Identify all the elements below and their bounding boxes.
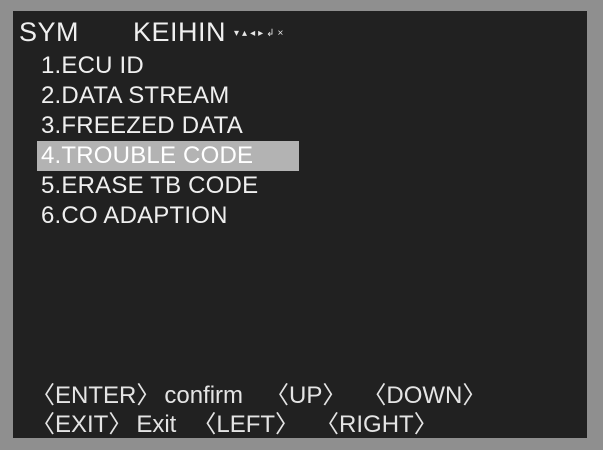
enter-action-label: confirm bbox=[164, 382, 244, 409]
exit-key-hint[interactable]: 〈EXIT〉 bbox=[31, 410, 132, 439]
nav-glyphs: ▾ ▴ ◂ ▸ ↲ × bbox=[234, 28, 283, 40]
key-hint-line-2: 〈EXIT〉 Exit 〈LEFT〉 〈RIGHT〉 bbox=[31, 410, 571, 439]
model-label: KEIHIN bbox=[133, 17, 227, 47]
main-menu: 1.ECU ID 2.DATA STREAM 3.FREEZED DATA 4.… bbox=[37, 51, 437, 231]
menu-item-trouble-code[interactable]: 4.TROUBLE CODE bbox=[37, 141, 299, 171]
header-bar: SYM KEIHIN ▾ ▴ ◂ ▸ ↲ × bbox=[19, 17, 579, 47]
menu-item-co-adaption[interactable]: 6.CO ADAPTION bbox=[37, 201, 437, 231]
menu-item-ecu-id[interactable]: 1.ECU ID bbox=[37, 51, 437, 81]
enter-key-hint[interactable]: 〈ENTER〉 bbox=[31, 381, 160, 410]
left-key-hint[interactable]: 〈LEFT〉 bbox=[192, 410, 299, 439]
key-hints: 〈ENTER〉 confirm 〈UP〉 〈DOWN〉 〈EXIT〉 Exit 〈LEFT… bbox=[31, 381, 571, 439]
menu-item-erase-tb-code[interactable]: 5.ERASE TB CODE bbox=[37, 171, 437, 201]
arrow-up-icon: ▴ bbox=[242, 28, 248, 39]
down-key-hint[interactable]: 〈DOWN〉 bbox=[362, 381, 486, 410]
menu-item-freezed-data[interactable]: 3.FREEZED DATA bbox=[37, 111, 437, 141]
enter-icon: ↲ bbox=[266, 28, 275, 39]
right-key-hint[interactable]: 〈RIGHT〉 bbox=[315, 410, 438, 439]
up-key-hint[interactable]: 〈UP〉 bbox=[265, 381, 346, 410]
arrow-right-icon: ▸ bbox=[258, 28, 264, 39]
arrow-down-icon: ▾ bbox=[234, 28, 240, 39]
key-hint-line-1: 〈ENTER〉 confirm 〈UP〉 〈DOWN〉 bbox=[31, 381, 571, 410]
brand-label: SYM bbox=[19, 17, 80, 47]
device-bezel: SYM KEIHIN ▾ ▴ ◂ ▸ ↲ × 1.ECU ID 2.DATA S… bbox=[0, 0, 603, 450]
close-icon: × bbox=[277, 28, 284, 39]
lcd-screen: SYM KEIHIN ▾ ▴ ◂ ▸ ↲ × 1.ECU ID 2.DATA S… bbox=[13, 11, 587, 438]
menu-item-data-stream[interactable]: 2.DATA STREAM bbox=[37, 81, 437, 111]
exit-action-label: Exit bbox=[136, 411, 177, 438]
arrow-left-icon: ◂ bbox=[250, 28, 256, 39]
